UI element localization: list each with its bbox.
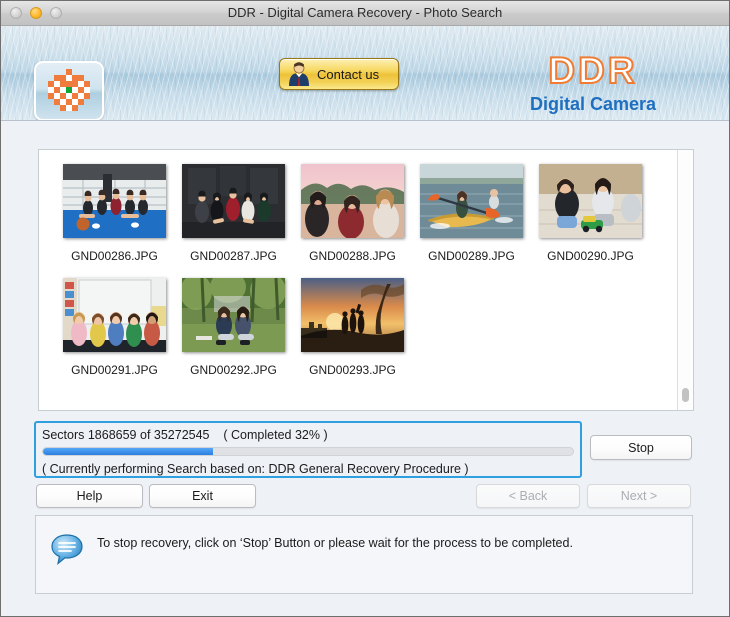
speech-bubble-icon [51,534,83,566]
main-content: GND00286.JPG GND00287.JPG GND00288.JPG G… [1,121,729,616]
back-button[interactable]: < Back [476,484,580,508]
thumbnail-image[interactable] [301,278,404,352]
window-title: DDR - Digital Camera Recovery - Photo Se… [227,5,503,20]
thumbnail-scrollbar[interactable] [677,150,693,410]
thumbnail-filename: GND00286.JPG [71,249,158,263]
thumbnail-item[interactable]: GND00289.JPG [412,164,531,263]
progress-status-text: Sectors 1868659 of 35272545 ( Completed … [42,428,328,442]
thumbnail-image[interactable] [63,278,166,352]
thumbnail-row: GND00286.JPG GND00287.JPG GND00288.JPG G… [55,164,677,263]
thumbnail-item[interactable]: GND00290.JPG [531,164,650,263]
zoom-button-icon[interactable] [50,7,62,19]
thumbnail-item[interactable]: GND00292.JPG [174,278,293,377]
thumbnail-item[interactable]: GND00293.JPG [293,278,412,377]
thumbnail-item[interactable]: GND00287.JPG [174,164,293,263]
scrollbar-thumb[interactable] [682,388,689,402]
thumbnail-filename: GND00289.JPG [428,249,515,263]
title-bar: DDR - Digital Camera Recovery - Photo Se… [1,1,729,26]
thumbnail-image[interactable] [301,164,404,238]
thumbnail-filename: GND00287.JPG [190,249,277,263]
close-button-icon[interactable] [10,7,22,19]
thumbnail-scroll-area: GND00286.JPG GND00287.JPG GND00288.JPG G… [39,150,677,410]
progress-sub-text: ( Currently performing Search based on: … [42,462,469,476]
thumbnail-item[interactable]: GND00291.JPG [55,278,174,377]
next-button[interactable]: Next > [587,484,691,508]
person-icon [289,62,309,86]
thumbnail-image[interactable] [63,164,166,238]
progress-panel: Sectors 1868659 of 35272545 ( Completed … [34,421,582,478]
contact-us-button[interactable]: Contact us [279,58,399,90]
thumbnail-image[interactable] [420,164,523,238]
ddr-app-icon [34,61,104,120]
thumbnail-item[interactable]: GND00288.JPG [293,164,412,263]
progress-bar [42,447,574,456]
minimize-button-icon[interactable] [30,7,42,19]
checkered-flower-icon [48,69,90,111]
thumbnail-filename: GND00290.JPG [547,249,634,263]
brand-subtitle: Digital Camera [529,94,657,114]
app-window: DDR - Digital Camera Recovery - Photo Se… [0,0,730,617]
progress-bar-fill [43,448,213,455]
help-button[interactable]: Help [36,484,143,508]
thumbnail-panel: GND00286.JPG GND00287.JPG GND00288.JPG G… [38,149,694,411]
thumbnail-item[interactable]: GND00286.JPG [55,164,174,263]
message-text: To stop recovery, click on ‘Stop’ Button… [97,536,573,550]
thumbnail-filename: GND00288.JPG [309,249,396,263]
brand-logo: DDR Digital Camera [503,50,683,115]
message-panel: To stop recovery, click on ‘Stop’ Button… [35,515,693,594]
traffic-light-group [1,7,62,19]
thumbnail-image[interactable] [182,164,285,238]
brand-title: DDR [547,50,638,91]
thumbnail-filename: GND00291.JPG [71,363,158,377]
exit-button[interactable]: Exit [149,484,256,508]
thumbnail-filename: GND00292.JPG [190,363,277,377]
thumbnail-filename: GND00293.JPG [309,363,396,377]
thumbnail-row: GND00291.JPG GND00292.JPG GND00293.JPG [55,278,677,377]
stop-button[interactable]: Stop [590,435,692,460]
contact-us-label: Contact us [317,66,380,82]
thumbnail-image[interactable] [539,164,642,238]
thumbnail-image[interactable] [182,278,285,352]
app-banner: Contact us DDR Digital Camera [1,26,729,121]
